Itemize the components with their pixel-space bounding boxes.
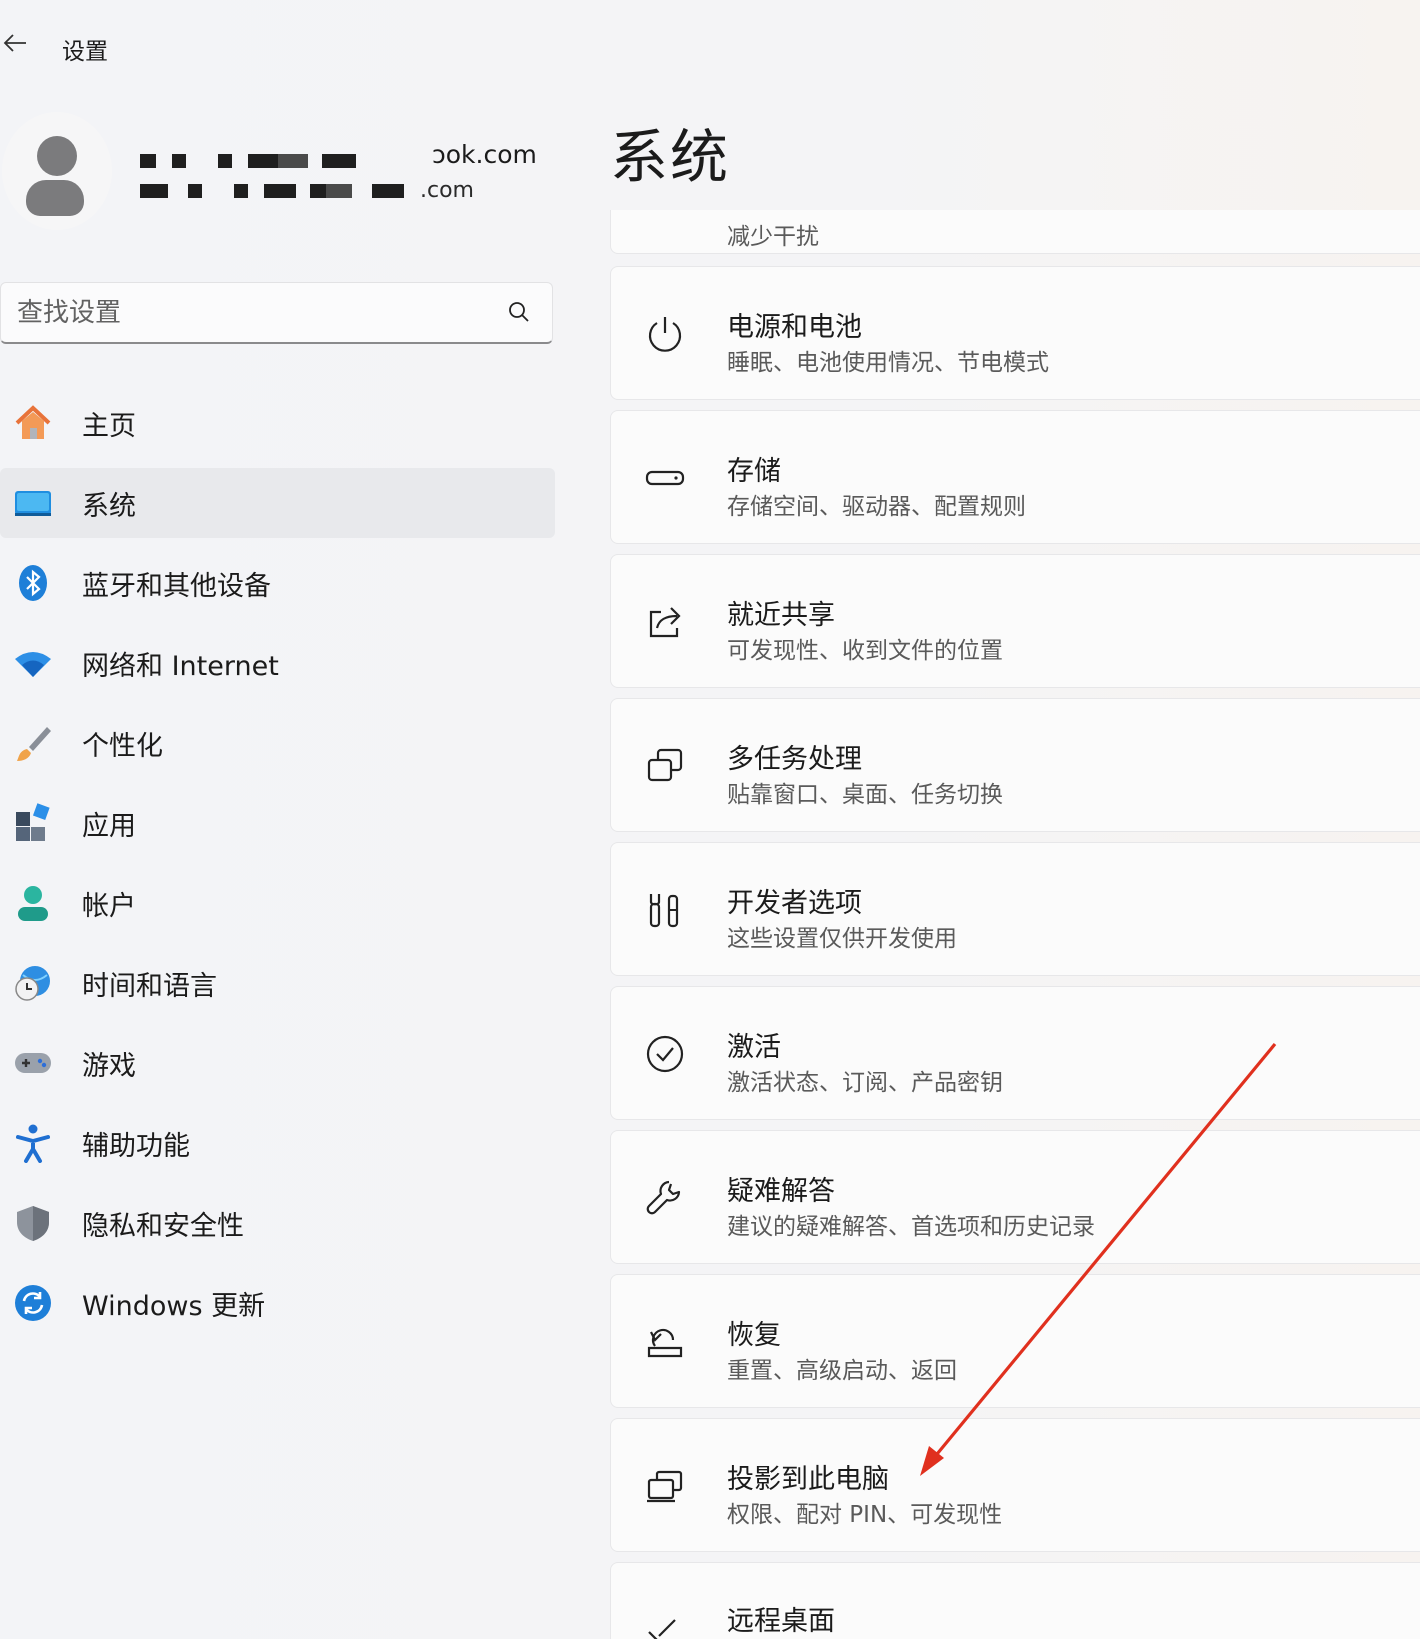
card-subtitle: 睡眠、电池使用情况、节电模式: [727, 350, 1049, 376]
storage-icon: [645, 470, 685, 486]
sidebar-item-system[interactable]: 系统: [0, 468, 555, 538]
sidebar-item-bluetooth[interactable]: 蓝牙和其他设备: [0, 548, 555, 618]
update-icon: [12, 1282, 54, 1324]
card-title: 疑难解答: [727, 1176, 835, 1207]
recovery-icon: [647, 1328, 683, 1358]
system-icon: [12, 482, 54, 524]
card-subtitle: 这些设置仅供开发使用: [727, 926, 957, 952]
accessibility-icon: [12, 1122, 54, 1164]
card-title: 电源和电池: [727, 312, 862, 343]
sidebar-item-label: 蓝牙和其他设备: [82, 570, 271, 602]
card-title: 存储: [727, 456, 781, 487]
email-line-1: ɔok.com: [432, 140, 537, 169]
sidebar-item-personalization[interactable]: 个性化: [0, 708, 555, 778]
settings-card-activation[interactable]: 激活 激活状态、订阅、产品密钥: [610, 986, 1420, 1120]
home-icon: [12, 402, 54, 444]
settings-card-multitasking[interactable]: 多任务处理 贴靠窗口、桌面、任务切换: [610, 698, 1420, 832]
sidebar-item-label: 辅助功能: [82, 1130, 190, 1162]
back-button[interactable]: [0, 26, 30, 60]
shield-icon: [12, 1202, 54, 1244]
user-profile[interactable]: ɔok.com .com: [0, 112, 560, 232]
card-title: 投影到此电脑: [727, 1464, 889, 1495]
avatar: [2, 112, 112, 230]
sidebar-item-network[interactable]: 网络和 Internet: [0, 628, 555, 698]
card-title: 就近共享: [727, 600, 835, 631]
sidebar-item-accounts[interactable]: 帐户: [0, 868, 555, 938]
search-box[interactable]: [0, 282, 553, 344]
settings-card-troubleshoot[interactable]: 疑难解答 建议的疑难解答、首选项和历史记录: [610, 1130, 1420, 1264]
settings-card-recovery[interactable]: 恢复 重置、高级启动、返回: [610, 1274, 1420, 1408]
wifi-icon: [12, 642, 54, 684]
sidebar-item-label: 应用: [82, 810, 136, 842]
settings-card-project-to-pc[interactable]: 投影到此电脑 权限、配对 PIN、可发现性: [610, 1418, 1420, 1552]
search-input[interactable]: [15, 291, 489, 335]
email-line-2: .com: [420, 178, 474, 203]
sidebar-item-label: 隐私和安全性: [82, 1210, 244, 1242]
card-subtitle: 激活状态、订阅、产品密钥: [727, 1070, 1003, 1096]
sidebar-item-label: 帐户: [82, 890, 136, 922]
card-title: 恢复: [727, 1320, 781, 1351]
apps-icon: [12, 802, 54, 844]
card-subtitle: 建议的疑难解答、首选项和历史记录: [727, 1214, 1095, 1240]
sidebar-item-label: 游戏: [82, 1050, 136, 1082]
settings-card-nearby-sharing[interactable]: 就近共享 可发现性、收到文件的位置: [610, 554, 1420, 688]
brush-icon: [12, 722, 54, 764]
sidebar-item-apps[interactable]: 应用: [0, 788, 555, 858]
settings-card-focus[interactable]: 减少干扰: [610, 210, 1420, 254]
remote-desktop-icon: [648, 1619, 676, 1639]
share-icon: [649, 607, 681, 638]
settings-list: 减少干扰 电源和电池 睡眠、电池使用情况、节电模式 存储 存储空间、驱动器、配置…: [610, 210, 1420, 1639]
card-title: 多任务处理: [727, 744, 862, 775]
bluetooth-icon: [12, 562, 54, 604]
card-title: 开发者选项: [727, 888, 862, 919]
card-subtitle: 可发现性、收到文件的位置: [727, 638, 1003, 664]
sidebar-item-privacy[interactable]: 隐私和安全性: [0, 1188, 555, 1258]
card-subtitle: 贴靠窗口、桌面、任务切换: [727, 782, 1003, 808]
settings-card-storage[interactable]: 存储 存储空间、驱动器、配置规则: [610, 410, 1420, 544]
search-icon[interactable]: [508, 301, 530, 327]
sidebar-item-home[interactable]: 主页: [0, 388, 555, 458]
settings-card-power[interactable]: 电源和电池 睡眠、电池使用情况、节电模式: [610, 266, 1420, 400]
check-circle-icon: [646, 1035, 684, 1073]
globe-clock-icon: [12, 962, 54, 1004]
sidebar-item-accessibility[interactable]: 辅助功能: [0, 1108, 555, 1178]
developer-tools-icon: [649, 894, 679, 928]
sidebar-item-label: Windows 更新: [82, 1290, 266, 1322]
settings-card-remote-desktop[interactable]: 远程桌面: [610, 1562, 1420, 1639]
card-title: 激活: [727, 1032, 781, 1063]
sidebar-item-time-language[interactable]: 时间和语言: [0, 948, 555, 1018]
settings-card-developer[interactable]: 开发者选项 这些设置仅供开发使用: [610, 842, 1420, 976]
sidebar-item-gaming[interactable]: 游戏: [0, 1028, 555, 1098]
power-icon: [648, 317, 682, 352]
sidebar-item-label: 时间和语言: [82, 970, 217, 1002]
app-title: 设置: [62, 39, 108, 65]
multitask-icon: [647, 748, 683, 782]
card-subtitle: 重置、高级启动、返回: [727, 1358, 957, 1384]
project-icon: [647, 1470, 683, 1503]
wrench-icon: [646, 1180, 681, 1215]
card-title: 远程桌面: [727, 1606, 835, 1637]
sidebar-nav: 主页 系统 蓝牙和其他设备 网络和 Internet 个性化 应用 帐户 时间和…: [0, 388, 555, 1348]
gamepad-icon: [12, 1042, 54, 1084]
title-bar: 设置: [0, 18, 600, 78]
card-subtitle: 存储空间、驱动器、配置规则: [727, 494, 1026, 520]
sidebar-item-windows-update[interactable]: Windows 更新: [0, 1268, 555, 1338]
sidebar-item-label: 网络和 Internet: [82, 650, 279, 682]
account-icon: [12, 882, 54, 924]
card-subtitle: 权限、配对 PIN、可发现性: [727, 1502, 1003, 1528]
card-subtitle: 减少干扰: [727, 224, 819, 250]
page-title: 系统: [610, 123, 731, 191]
sidebar-item-label: 个性化: [82, 730, 163, 762]
sidebar-item-label: 系统: [82, 490, 136, 522]
back-arrow-icon: [3, 34, 26, 52]
sidebar-item-label: 主页: [82, 410, 136, 442]
